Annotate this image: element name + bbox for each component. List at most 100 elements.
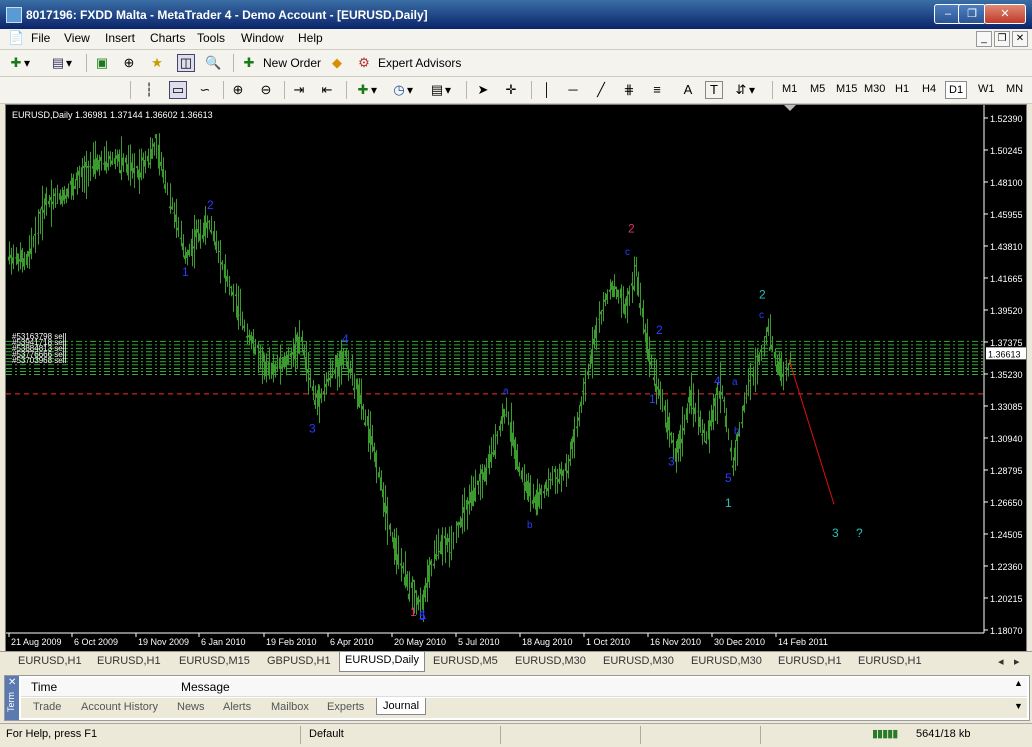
menu-help[interactable]: Help (298, 31, 323, 45)
indicators-button[interactable]: ✚ ▾ (355, 81, 377, 99)
channel-button[interactable]: ⋕ (621, 81, 637, 99)
new-chart-button[interactable]: ✚ ▾ (8, 54, 30, 72)
timeframe-h4[interactable]: H4 (922, 83, 936, 95)
chart-shift-button[interactable]: ⇤ (319, 81, 335, 99)
text-button[interactable]: A (680, 81, 696, 99)
wave-label: 5 (725, 471, 732, 485)
standard-toolbar: ✚ ▾ ▤ ▾ ▣ ⊕ ★ ◫ 🔍 ✚ New Order ◆ ⚙ Expert Adv… (0, 50, 1032, 77)
metaeditor-button[interactable]: ◆ (329, 54, 345, 72)
wave-label: 2 (759, 287, 766, 301)
zoom-in-button[interactable]: ⊕ (230, 81, 246, 99)
wave-label: b (734, 426, 740, 437)
auto-scroll-button[interactable]: ⇥ (291, 81, 307, 99)
timeframe-m5[interactable]: M5 (810, 83, 825, 95)
price-tick-label: 1.50245 (990, 146, 1023, 156)
chart-tab[interactable]: EURUSD,H1 (778, 655, 842, 667)
mdi-restore-button[interactable]: ❐ (994, 31, 1010, 47)
mdi-minimize-button[interactable]: _ (976, 31, 992, 47)
toolbar-separator (346, 81, 347, 99)
chart-tab[interactable]: EURUSD,H1 (97, 655, 161, 667)
timeframe-m15[interactable]: M15 (836, 83, 857, 95)
chart-tab[interactable]: EURUSD,M15 (179, 655, 250, 667)
strategy-tester-button[interactable]: 🔍 (205, 54, 221, 72)
tab-scroll-left-icon[interactable]: ◂ (998, 655, 1004, 668)
terminal-button[interactable]: ◫ (177, 54, 195, 72)
cursor-button[interactable]: ➤ (475, 81, 491, 99)
timeframe-h1[interactable]: H1 (895, 83, 909, 95)
chart-tab[interactable]: EURUSD,M5 (433, 655, 498, 667)
vertical-line-icon: │ (542, 82, 552, 97)
menu-view[interactable]: View (64, 31, 90, 45)
chart-window[interactable]: #53163798 sell #53941718 sell #53884813 se… (5, 104, 1027, 652)
crosshair-button[interactable]: ✛ (503, 81, 519, 99)
status-help: For Help, press F1 (6, 728, 98, 740)
price-tick-label: 1.33085 (990, 402, 1023, 412)
tab-journal[interactable]: Journal (376, 698, 427, 715)
chart-tab[interactable]: EURUSD,H1 (18, 655, 82, 667)
market-watch-button[interactable]: ▣ (94, 54, 110, 72)
timeframe-d1[interactable]: D1 (945, 81, 968, 99)
chart-tab[interactable]: GBPUSD,H1 (267, 655, 331, 667)
tab-news[interactable]: News (177, 701, 205, 713)
window-title: 8017196: FXDD Malta - MetaTrader 4 - Dem… (26, 8, 428, 22)
tab-scroll-right-icon[interactable]: ▸ (1014, 655, 1020, 668)
trendline-button[interactable]: ╱ (593, 81, 609, 99)
expert-advisors-button[interactable]: ⚙ Expert Advisors (356, 54, 461, 72)
text-label-button[interactable]: T (705, 81, 723, 99)
mdi-close-button[interactable]: ✕ (1012, 31, 1028, 47)
menu-insert[interactable]: Insert (105, 31, 135, 45)
bar-chart-button[interactable]: ┆ (141, 81, 157, 99)
navigator-button[interactable]: ★ (149, 54, 165, 72)
price-tick-label: 1.30940 (990, 434, 1023, 444)
price-chart[interactable]: #53163798 sell#53941718 sell#53884813 se… (6, 105, 1026, 651)
scroll-down-icon[interactable]: ▼ (1014, 701, 1023, 711)
menu-file[interactable]: File (31, 31, 50, 45)
profiles-button[interactable]: ▤ ▾ (50, 54, 72, 72)
column-time[interactable]: Time (31, 680, 57, 694)
line-chart-button[interactable]: ∽ (197, 81, 213, 99)
restore-button[interactable]: ❐ (958, 4, 986, 24)
new-order-button[interactable]: ✚ New Order (241, 54, 321, 72)
chart-tab[interactable]: EURUSD,M30 (515, 655, 586, 667)
zoom-out-button[interactable]: ⊖ (258, 81, 274, 99)
templates-icon: ▤ (430, 82, 444, 97)
tab-mailbox[interactable]: Mailbox (271, 701, 309, 713)
menu-charts[interactable]: Charts (150, 31, 185, 45)
candlestick-button[interactable]: ▭ (169, 81, 187, 99)
fibonacci-button[interactable]: ≡ (649, 81, 665, 99)
timeframe-w1[interactable]: W1 (978, 83, 995, 95)
chart-tab[interactable]: EURUSD,M30 (603, 655, 674, 667)
menu-tools[interactable]: Tools (197, 31, 225, 45)
text-icon: A (683, 82, 693, 97)
candlestick-icon: ▭ (169, 81, 187, 99)
price-tick-label: 1.39520 (990, 306, 1023, 316)
terminal-close-icon[interactable]: ✕ (8, 677, 16, 688)
wave-label: b (527, 520, 533, 531)
chart-tabs: EURUSD,H1 EURUSD,H1 EURUSD,M15 GBPUSD,H1… (0, 651, 1032, 672)
timeframe-mn[interactable]: MN (1006, 83, 1023, 95)
navigator-icon: ★ (151, 55, 163, 70)
vertical-line-button[interactable]: │ (539, 81, 555, 99)
date-tick-label: 19 Feb 2010 (266, 637, 317, 647)
menu-window[interactable]: Window (241, 31, 284, 45)
document-icon[interactable]: 📄 (8, 30, 24, 46)
market-watch-icon: ▣ (95, 55, 109, 70)
tab-trade[interactable]: Trade (33, 701, 61, 713)
close-button[interactable]: ✕ (984, 4, 1026, 24)
timeframe-m30[interactable]: M30 (864, 83, 885, 95)
periods-button[interactable]: ◷ ▾ (391, 81, 413, 99)
timeframe-m1[interactable]: M1 (782, 83, 797, 95)
scroll-up-icon[interactable]: ▲ (1014, 678, 1023, 688)
column-message[interactable]: Message (181, 680, 230, 694)
chart-tab-active[interactable]: EURUSD,Daily (339, 652, 425, 672)
tab-experts[interactable]: Experts (327, 701, 364, 713)
arrows-button[interactable]: ⇵ ▾ (733, 81, 755, 99)
chart-tab[interactable]: EURUSD,H1 (858, 655, 922, 667)
chart-tab[interactable]: EURUSD,M30 (691, 655, 762, 667)
tab-account-history[interactable]: Account History (81, 701, 158, 713)
tab-alerts[interactable]: Alerts (223, 701, 251, 713)
data-window-button[interactable]: ⊕ (121, 54, 137, 72)
price-tick-label: 1.52390 (990, 114, 1023, 124)
templates-button[interactable]: ▤ ▾ (429, 81, 451, 99)
horizontal-line-button[interactable]: ─ (565, 81, 581, 99)
